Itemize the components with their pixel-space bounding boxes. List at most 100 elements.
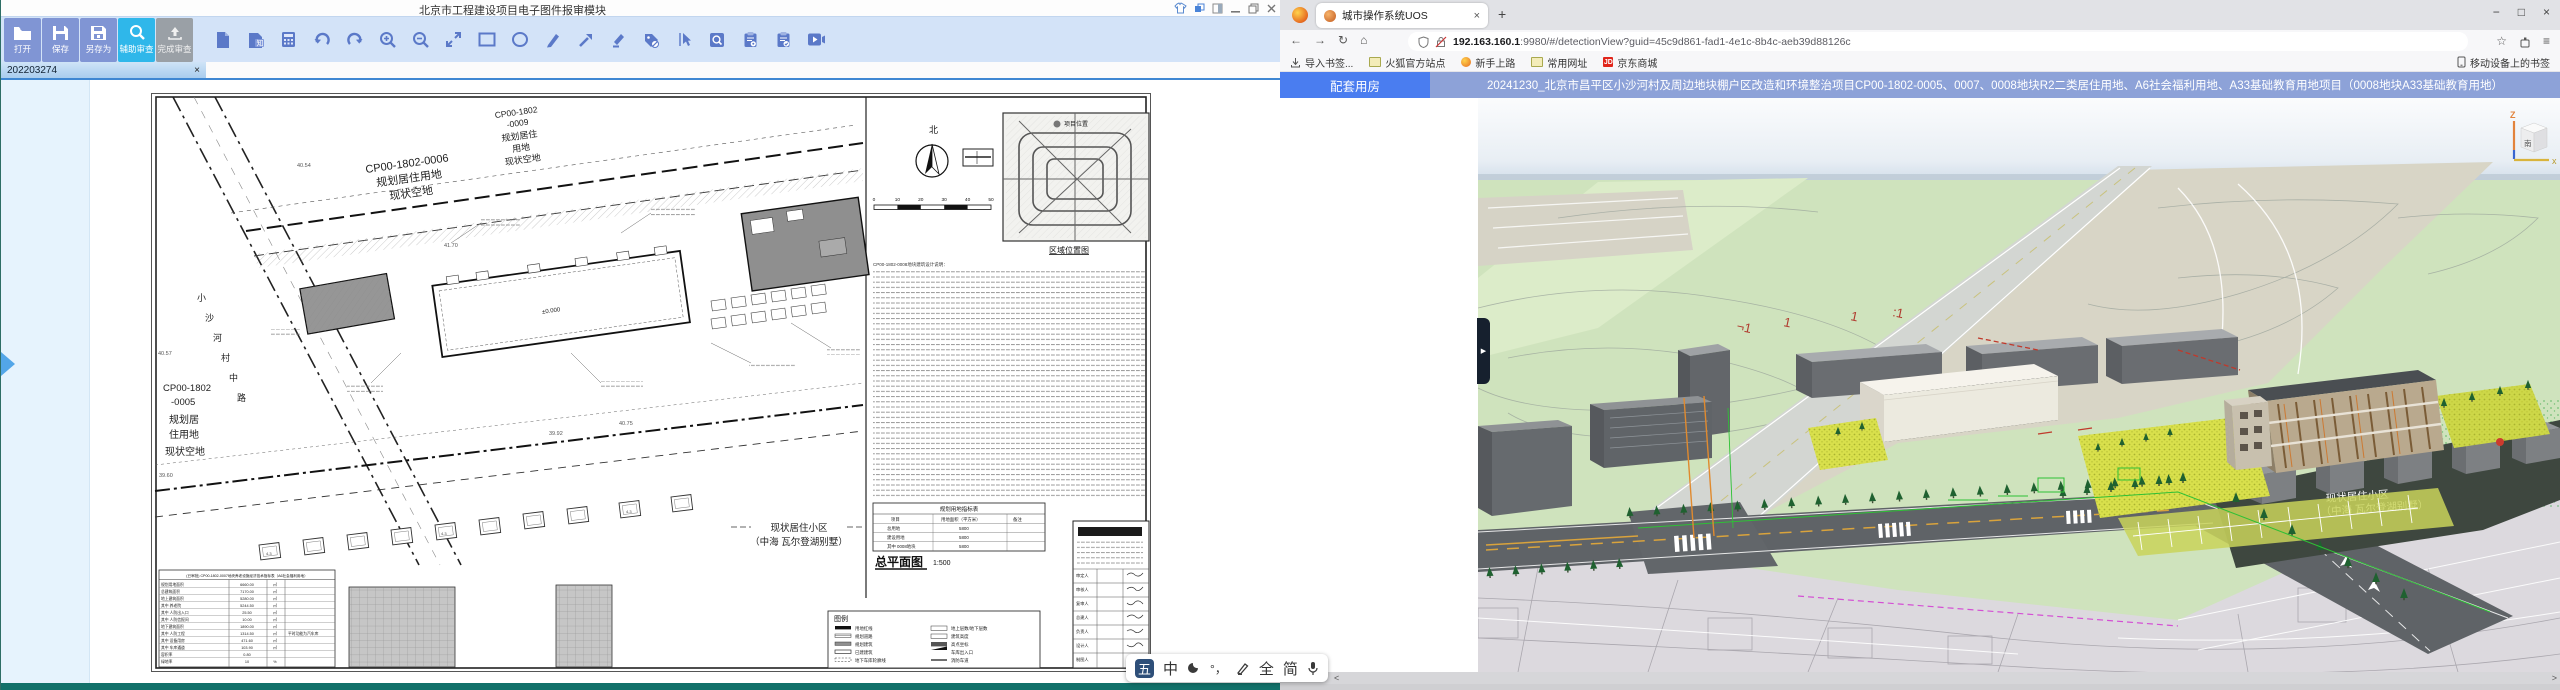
firefox-icon[interactable] [1292, 7, 1308, 23]
close-icon[interactable] [1266, 3, 1277, 14]
cad-titlebar: 北京市工程建设项目电子图件报审模块 [1, 0, 1281, 16]
dual-screen: 北京市工程建设项目电子图件报审模块 打开 保存 另存为 [0, 0, 2560, 690]
bookmark-star-icon[interactable]: ☆ [2496, 34, 2507, 48]
svg-text:5800: 5800 [959, 526, 969, 531]
cad-review-window: 北京市工程建设项目电子图件报审模块 打开 保存 另存为 [0, 0, 1281, 690]
tab-close-icon[interactable]: × [1474, 10, 1480, 22]
arrow-tool-button[interactable] [569, 18, 602, 62]
svg-text:规划居: 规划居 [169, 413, 199, 426]
red-marker [2496, 438, 2504, 446]
floppy-icon [52, 25, 69, 41]
undo-button[interactable] [305, 18, 338, 62]
bookmark-common-sites[interactable]: 常用网址 [1531, 55, 1587, 70]
calculator-button[interactable] [272, 18, 305, 62]
new-tab-button[interactable]: + [1498, 6, 1506, 22]
doc-preview-button[interactable] [701, 18, 734, 62]
clipboard-settings-button[interactable] [734, 18, 767, 62]
svg-text:中: 中 [229, 372, 238, 383]
close-icon[interactable]: × [2543, 5, 2550, 19]
scroll-left-icon[interactable]: < [1334, 673, 1339, 683]
svg-text:项目位置: 项目位置 [1064, 120, 1088, 128]
drawing-info-button[interactable]: 知 [239, 18, 272, 62]
bookmark-jd[interactable]: JD 京东商城 [1603, 55, 1657, 70]
city-3d-viewport[interactable]: 现状居住小区 （中海 瓦尔登湖别墅） [1478, 98, 2560, 672]
document-icon-button[interactable] [206, 18, 239, 62]
minimize-icon[interactable] [1230, 3, 1241, 14]
pen-icon[interactable] [1236, 661, 1250, 675]
supporting-housing-button[interactable]: 配套用房 [1280, 72, 1430, 98]
ime-punctuation-toggle[interactable]: °， [1210, 660, 1227, 677]
mic-icon[interactable] [1307, 661, 1319, 676]
svg-text:其中 人防出入口: 其中 人防出入口 [161, 610, 189, 615]
svg-text:容积率: 容积率 [161, 652, 173, 657]
bookmark-getting-started[interactable]: 新手上路 [1461, 55, 1515, 70]
save-as-button[interactable]: 另存为 [80, 18, 117, 62]
back-icon[interactable]: ← [1290, 33, 1302, 47]
clipboard-check-button[interactable] [767, 18, 800, 62]
rectangle-tool-button[interactable] [470, 18, 503, 62]
select-cursor-button[interactable] [668, 18, 701, 62]
svg-text:5244.50: 5244.50 [240, 604, 254, 608]
existing-building-dark [741, 197, 869, 291]
drawing-canvas[interactable]: ±0.000 [1, 80, 1281, 683]
ime-wubi-badge[interactable]: 五 [1135, 659, 1154, 678]
svg-text:¬1: ¬1 [1735, 318, 1753, 336]
svg-text:地上建筑面积: 地上建筑面积 [161, 596, 184, 601]
pin-window-icon[interactable] [1194, 3, 1205, 14]
browser-tab[interactable]: 城市操作系统UOS × [1316, 3, 1488, 28]
reload-icon[interactable]: ↻ [1338, 33, 1348, 47]
svg-text:10: 10 [895, 197, 901, 203]
horizontal-scrollbar[interactable]: < > [1280, 672, 2560, 684]
bookmark-import[interactable]: 导入书签... [1290, 55, 1353, 70]
assist-review-button[interactable]: 辅助审查 [118, 18, 155, 62]
minimize-icon[interactable]: − [2493, 5, 2500, 19]
insecure-lock-icon[interactable] [1435, 36, 1447, 48]
svg-text:村: 村 [221, 352, 230, 363]
panel-collapse-handle[interactable]: ▶ [1477, 318, 1490, 384]
tag-off-button[interactable] [635, 18, 668, 62]
menu-icon[interactable]: ≡ [2543, 34, 2550, 48]
drawing-tab[interactable]: 202203274 × [1, 62, 206, 78]
svg-text:设计人: 设计人 [1076, 642, 1089, 649]
restore-icon[interactable] [1248, 3, 1259, 14]
ellipse-tool-button[interactable] [503, 18, 536, 62]
zoom-in-button[interactable] [371, 18, 404, 62]
bookmark-firefox-site[interactable]: 火狐官方站点 [1369, 55, 1445, 70]
svg-text:㎡: ㎡ [273, 582, 277, 587]
open-button[interactable]: 打开 [4, 18, 41, 62]
svg-text:40.75: 40.75 [619, 421, 633, 427]
save-button[interactable]: 保存 [42, 18, 79, 62]
panel-expand-arrow-icon[interactable] [1, 352, 15, 376]
shield-icon[interactable] [1418, 36, 1429, 48]
maximize-icon[interactable]: □ [2518, 5, 2525, 19]
fit-view-button[interactable] [437, 18, 470, 62]
svg-text:㎡: ㎡ [273, 624, 277, 629]
extensions-icon[interactable] [2519, 36, 2531, 48]
forward-icon[interactable]: → [1314, 33, 1326, 47]
ime-fullwidth-toggle[interactable]: 全 [1259, 658, 1274, 679]
svg-text:㎡: ㎡ [273, 631, 277, 636]
pen-tool-button[interactable] [536, 18, 569, 62]
svg-text:㎡: ㎡ [273, 617, 277, 622]
scroll-right-icon[interactable]: > [2552, 673, 2557, 683]
svg-text:规划道路: 规划道路 [855, 633, 873, 640]
ime-toolbar[interactable]: 五 中 °， 全 简 [1126, 654, 1328, 682]
ime-lang-toggle[interactable]: 中 [1163, 658, 1178, 679]
redo-button[interactable] [338, 18, 371, 62]
home-icon[interactable]: ⌂ [1360, 33, 1367, 47]
panel-icon[interactable] [1212, 3, 1223, 14]
finish-review-button[interactable]: 完成审查 [156, 18, 193, 62]
tab-close-icon[interactable]: × [194, 65, 200, 76]
moon-icon[interactable] [1187, 661, 1201, 675]
ime-simplified-toggle[interactable]: 简 [1283, 658, 1298, 679]
svg-text:㎡: ㎡ [273, 589, 277, 594]
video-play-button[interactable] [800, 18, 833, 62]
zoom-out-button[interactable] [404, 18, 437, 62]
mobile-bookmarks[interactable]: 移动设备上的书签 [2457, 55, 2550, 70]
highlighter-tool-button[interactable] [602, 18, 635, 62]
svg-text:北: 北 [929, 125, 938, 135]
skin-icon[interactable] [1174, 2, 1187, 14]
svg-text:地下建筑面积: 地下建筑面积 [161, 624, 184, 629]
url-field[interactable]: 192.163.160.1:9980/#/detectionView?guid=… [1408, 32, 2468, 51]
drawing-tab-label: 202203274 [7, 65, 57, 76]
